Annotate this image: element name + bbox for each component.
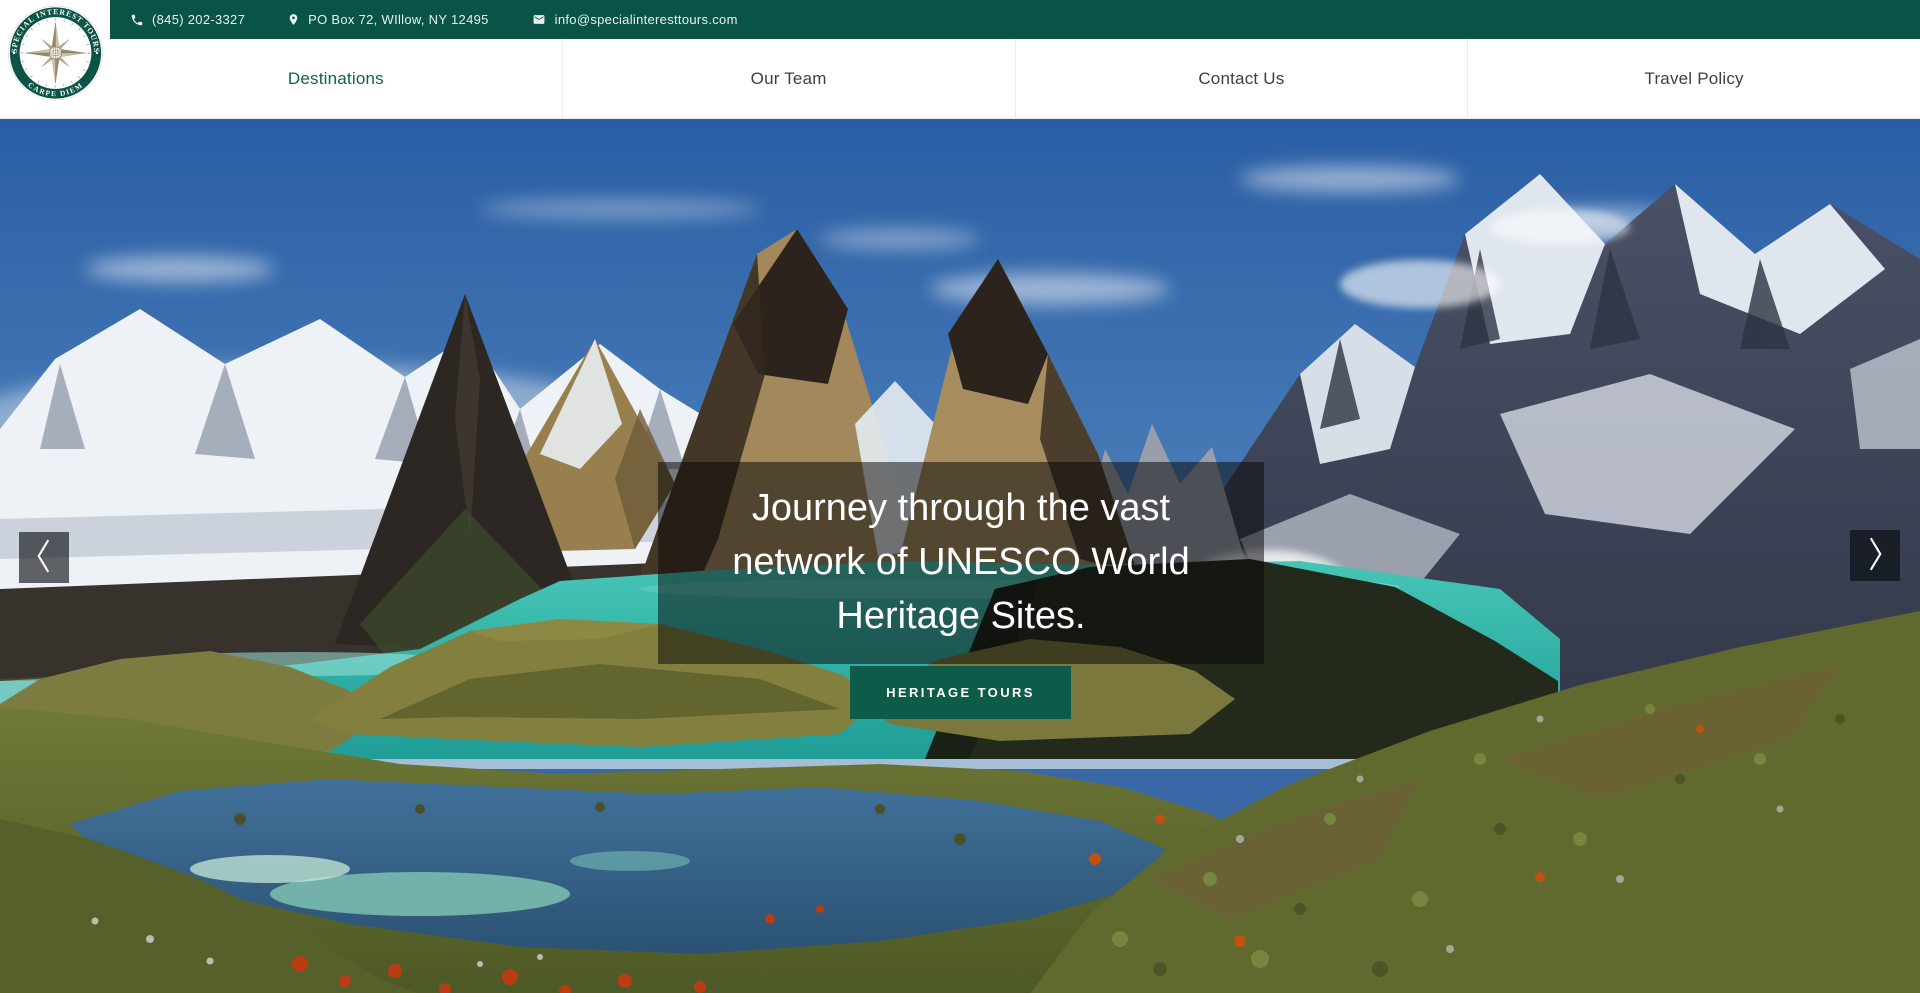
- envelope-icon: [531, 13, 547, 26]
- chevron-right-icon: [1862, 535, 1888, 576]
- heritage-tours-button[interactable]: HERITAGE TOURS: [850, 666, 1071, 719]
- topbar-phone-text: (845) 202-3327: [152, 12, 245, 27]
- hero-quote-overlay: Journey through the vast network of UNES…: [658, 462, 1264, 664]
- nav-item-destinations[interactable]: Destinations: [110, 39, 562, 118]
- topbar: (845) 202-3327 PO Box 72, WIllow, NY 124…: [0, 0, 1920, 39]
- nav-item-contact-us[interactable]: Contact Us: [1015, 39, 1468, 118]
- topbar-address-text: PO Box 72, WIllow, NY 12495: [308, 12, 489, 27]
- compass-logo-icon: SPECIAL INTEREST TOURS CARPE DIEM: [7, 3, 104, 103]
- topbar-email[interactable]: info@specialinteresttours.com: [531, 12, 738, 27]
- nav-item-travel-policy[interactable]: Travel Policy: [1467, 39, 1920, 118]
- carousel-prev-button[interactable]: [19, 532, 69, 583]
- nav-item-our-team[interactable]: Our Team: [562, 39, 1015, 118]
- topbar-phone[interactable]: (845) 202-3327: [130, 12, 245, 27]
- phone-icon: [130, 13, 144, 27]
- brand-logo[interactable]: SPECIAL INTEREST TOURS CARPE DIEM: [0, 0, 110, 118]
- topbar-address[interactable]: PO Box 72, WIllow, NY 12495: [287, 12, 489, 27]
- carousel-next-button[interactable]: [1850, 530, 1900, 581]
- main-nav: Destinations Our Team Contact Us Travel …: [0, 39, 1920, 119]
- chevron-left-icon: [31, 537, 57, 578]
- hero-section: Journey through the vast network of UNES…: [0, 119, 1920, 993]
- hero-headline: Journey through the vast network of UNES…: [658, 482, 1264, 644]
- topbar-email-text: info@specialinteresttours.com: [555, 12, 738, 27]
- location-pin-icon: [287, 12, 300, 27]
- page: (845) 202-3327 PO Box 72, WIllow, NY 124…: [0, 0, 1920, 993]
